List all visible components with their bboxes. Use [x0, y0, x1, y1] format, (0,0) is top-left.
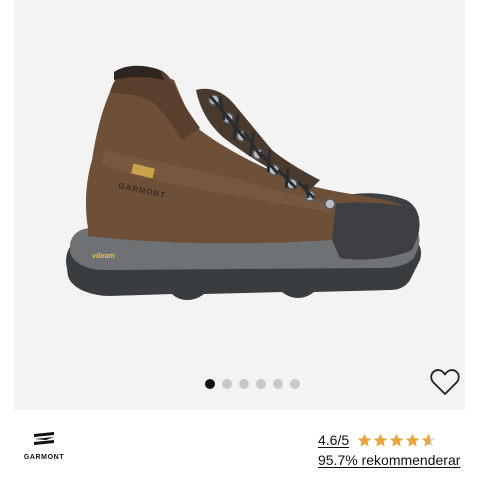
- star-icon: [389, 433, 404, 446]
- brand-logo[interactable]: GARMONT: [14, 430, 74, 466]
- gallery-dot[interactable]: [222, 379, 232, 389]
- garmont-logo-icon: [34, 432, 54, 445]
- product-image: GARMONT vibram: [66, 65, 422, 300]
- gallery-pagination: [205, 379, 300, 389]
- recommend-percentage[interactable]: 95.7% rekommenderar: [318, 452, 460, 468]
- star-icon: [373, 433, 388, 446]
- star-icon: [421, 433, 436, 446]
- heart-outline-icon[interactable]: [430, 368, 460, 396]
- rating-score: 4.6/5: [318, 432, 350, 448]
- product-image-gallery[interactable]: GARMONT vibram: [14, 0, 465, 410]
- star-icon: [357, 433, 372, 446]
- star-icon: [405, 433, 420, 446]
- svg-text:vibram: vibram: [92, 253, 115, 260]
- rating-summary[interactable]: 4.6/5: [318, 430, 436, 450]
- gallery-dot[interactable]: [239, 379, 249, 389]
- gallery-dot[interactable]: [256, 379, 266, 389]
- brand-name: GARMONT: [23, 454, 65, 461]
- gallery-dot[interactable]: [290, 379, 300, 389]
- gallery-dot[interactable]: [273, 379, 283, 389]
- gallery-dot[interactable]: [205, 379, 215, 389]
- rating-stars: [357, 433, 436, 448]
